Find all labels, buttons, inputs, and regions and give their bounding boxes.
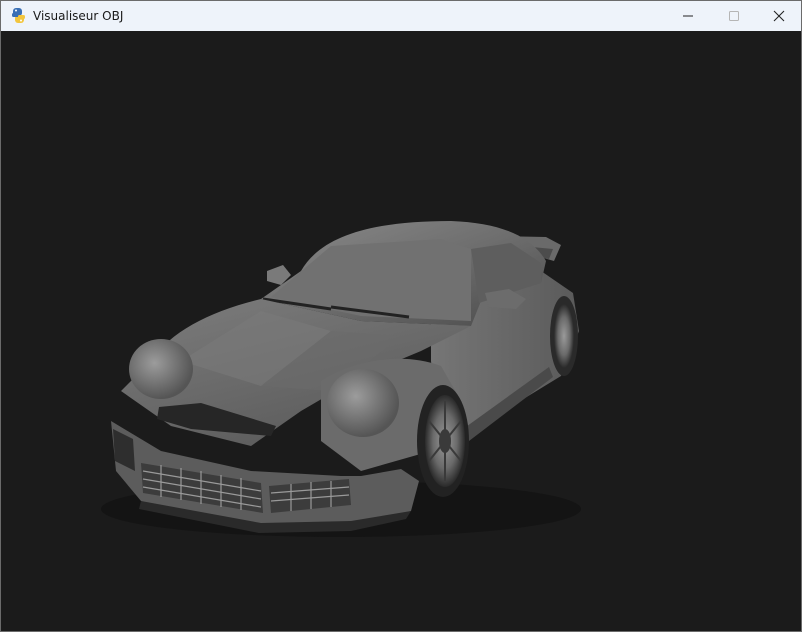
render-viewport[interactable] xyxy=(1,31,801,631)
window-title: Visualiseur OBJ xyxy=(33,9,124,23)
maximize-button[interactable] xyxy=(711,1,757,31)
title-bar[interactable]: Visualiseur OBJ xyxy=(1,1,801,31)
close-icon xyxy=(773,10,785,22)
car-3d-model xyxy=(101,221,581,537)
minimize-button[interactable] xyxy=(665,1,711,31)
app-window: Visualiseur OBJ xyxy=(0,0,802,632)
close-button[interactable] xyxy=(756,1,801,31)
python-app-icon xyxy=(10,7,27,24)
maximize-icon xyxy=(729,11,739,21)
minimize-icon xyxy=(683,15,693,17)
